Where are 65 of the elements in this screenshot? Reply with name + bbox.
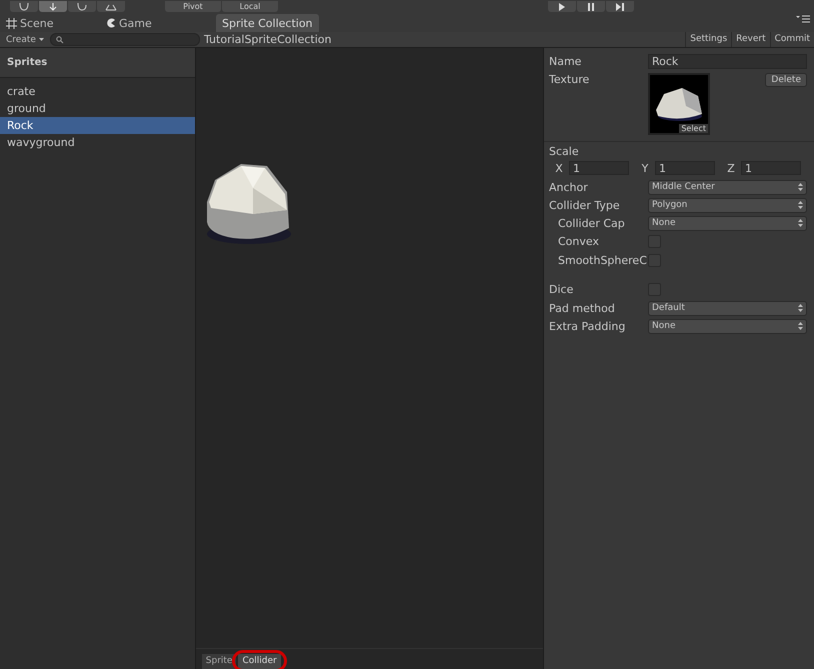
hand-tool-button[interactable]	[10, 1, 38, 12]
select-button[interactable]: Select	[679, 124, 708, 133]
move-tool-button[interactable]	[39, 1, 67, 12]
rock-thumbnail-drawing	[654, 86, 704, 122]
search-field[interactable]	[50, 33, 200, 46]
collection-name: TutorialSpriteCollection	[203, 33, 332, 46]
menu-icon[interactable]	[796, 15, 810, 23]
dropdown[interactable]: Polygon	[648, 198, 807, 212]
grid-icon	[6, 18, 17, 28]
editor-tab[interactable]: Sprite Collection	[216, 14, 319, 32]
sprite-list-item[interactable]: Rock	[0, 117, 195, 134]
dropdown[interactable]: None	[648, 216, 807, 230]
play-button[interactable]	[548, 1, 576, 12]
axis-label: Y	[640, 162, 650, 174]
step-icon	[615, 2, 625, 10]
scale-field[interactable]: 1	[655, 161, 715, 175]
field-label: Pad method	[549, 302, 616, 314]
sprite-list-item[interactable]: ground	[0, 100, 195, 117]
toolbar-button[interactable]: Commit	[770, 32, 814, 47]
sprite-list-item[interactable]: wavyground	[0, 134, 195, 151]
field-label: SmoothSphereC	[557, 254, 648, 267]
caret-icon	[38, 38, 44, 41]
updown-icon	[798, 304, 803, 312]
updown-icon	[798, 183, 803, 191]
view-tab[interactable]: Collider	[238, 654, 281, 669]
field-label: Collider Cap	[557, 216, 626, 230]
view-tab[interactable]: Sprite	[202, 654, 236, 669]
move-icon	[48, 2, 58, 10]
sprite-list-item[interactable]: crate	[0, 83, 195, 100]
updown-icon	[798, 219, 803, 227]
dropdown[interactable]: Middle Center	[648, 180, 807, 194]
texture-thumbnail[interactable]: Select	[648, 73, 710, 135]
editor-tab[interactable]: Scene	[0, 14, 100, 32]
axis-label: Z	[726, 162, 736, 174]
rotate-tool-button[interactable]	[68, 1, 96, 12]
field-label: Dice	[549, 283, 574, 296]
updown-icon	[798, 322, 803, 330]
step-button[interactable]	[606, 1, 634, 12]
scale-field[interactable]: 1	[741, 161, 801, 175]
section-label: Scale	[549, 145, 580, 158]
field-label: Extra Padding	[549, 320, 626, 332]
dropdown[interactable]: None	[648, 318, 807, 334]
scale-tool-button[interactable]	[97, 1, 125, 12]
field-label: Name	[549, 54, 582, 68]
pause-button[interactable]	[577, 1, 605, 12]
toolbar-button[interactable]: Settings	[685, 32, 732, 47]
updown-icon	[798, 201, 803, 209]
editor-tab[interactable]: Game	[100, 14, 200, 32]
create-dropdown[interactable]: Create	[6, 34, 44, 44]
delete-button[interactable]: Delete	[765, 73, 807, 87]
scale-field[interactable]: 1	[569, 161, 629, 175]
field-label: Anchor	[549, 180, 589, 194]
search-icon	[56, 36, 64, 44]
field-label: Convex	[557, 235, 600, 248]
field-label: Collider Type	[549, 198, 621, 212]
toolbar-button[interactable]: Revert	[731, 32, 770, 47]
name-field[interactable]: Rock	[648, 54, 807, 68]
pacman-icon	[106, 18, 116, 28]
local-button[interactable]: Local	[222, 1, 278, 12]
field-label: Texture	[549, 73, 590, 86]
pivot-button[interactable]: Pivot	[165, 1, 221, 12]
pause-icon	[587, 2, 595, 10]
sidebar-header: Sprites	[0, 48, 195, 78]
axis-label: X	[554, 162, 564, 174]
dropdown[interactable]: Default	[648, 300, 807, 316]
